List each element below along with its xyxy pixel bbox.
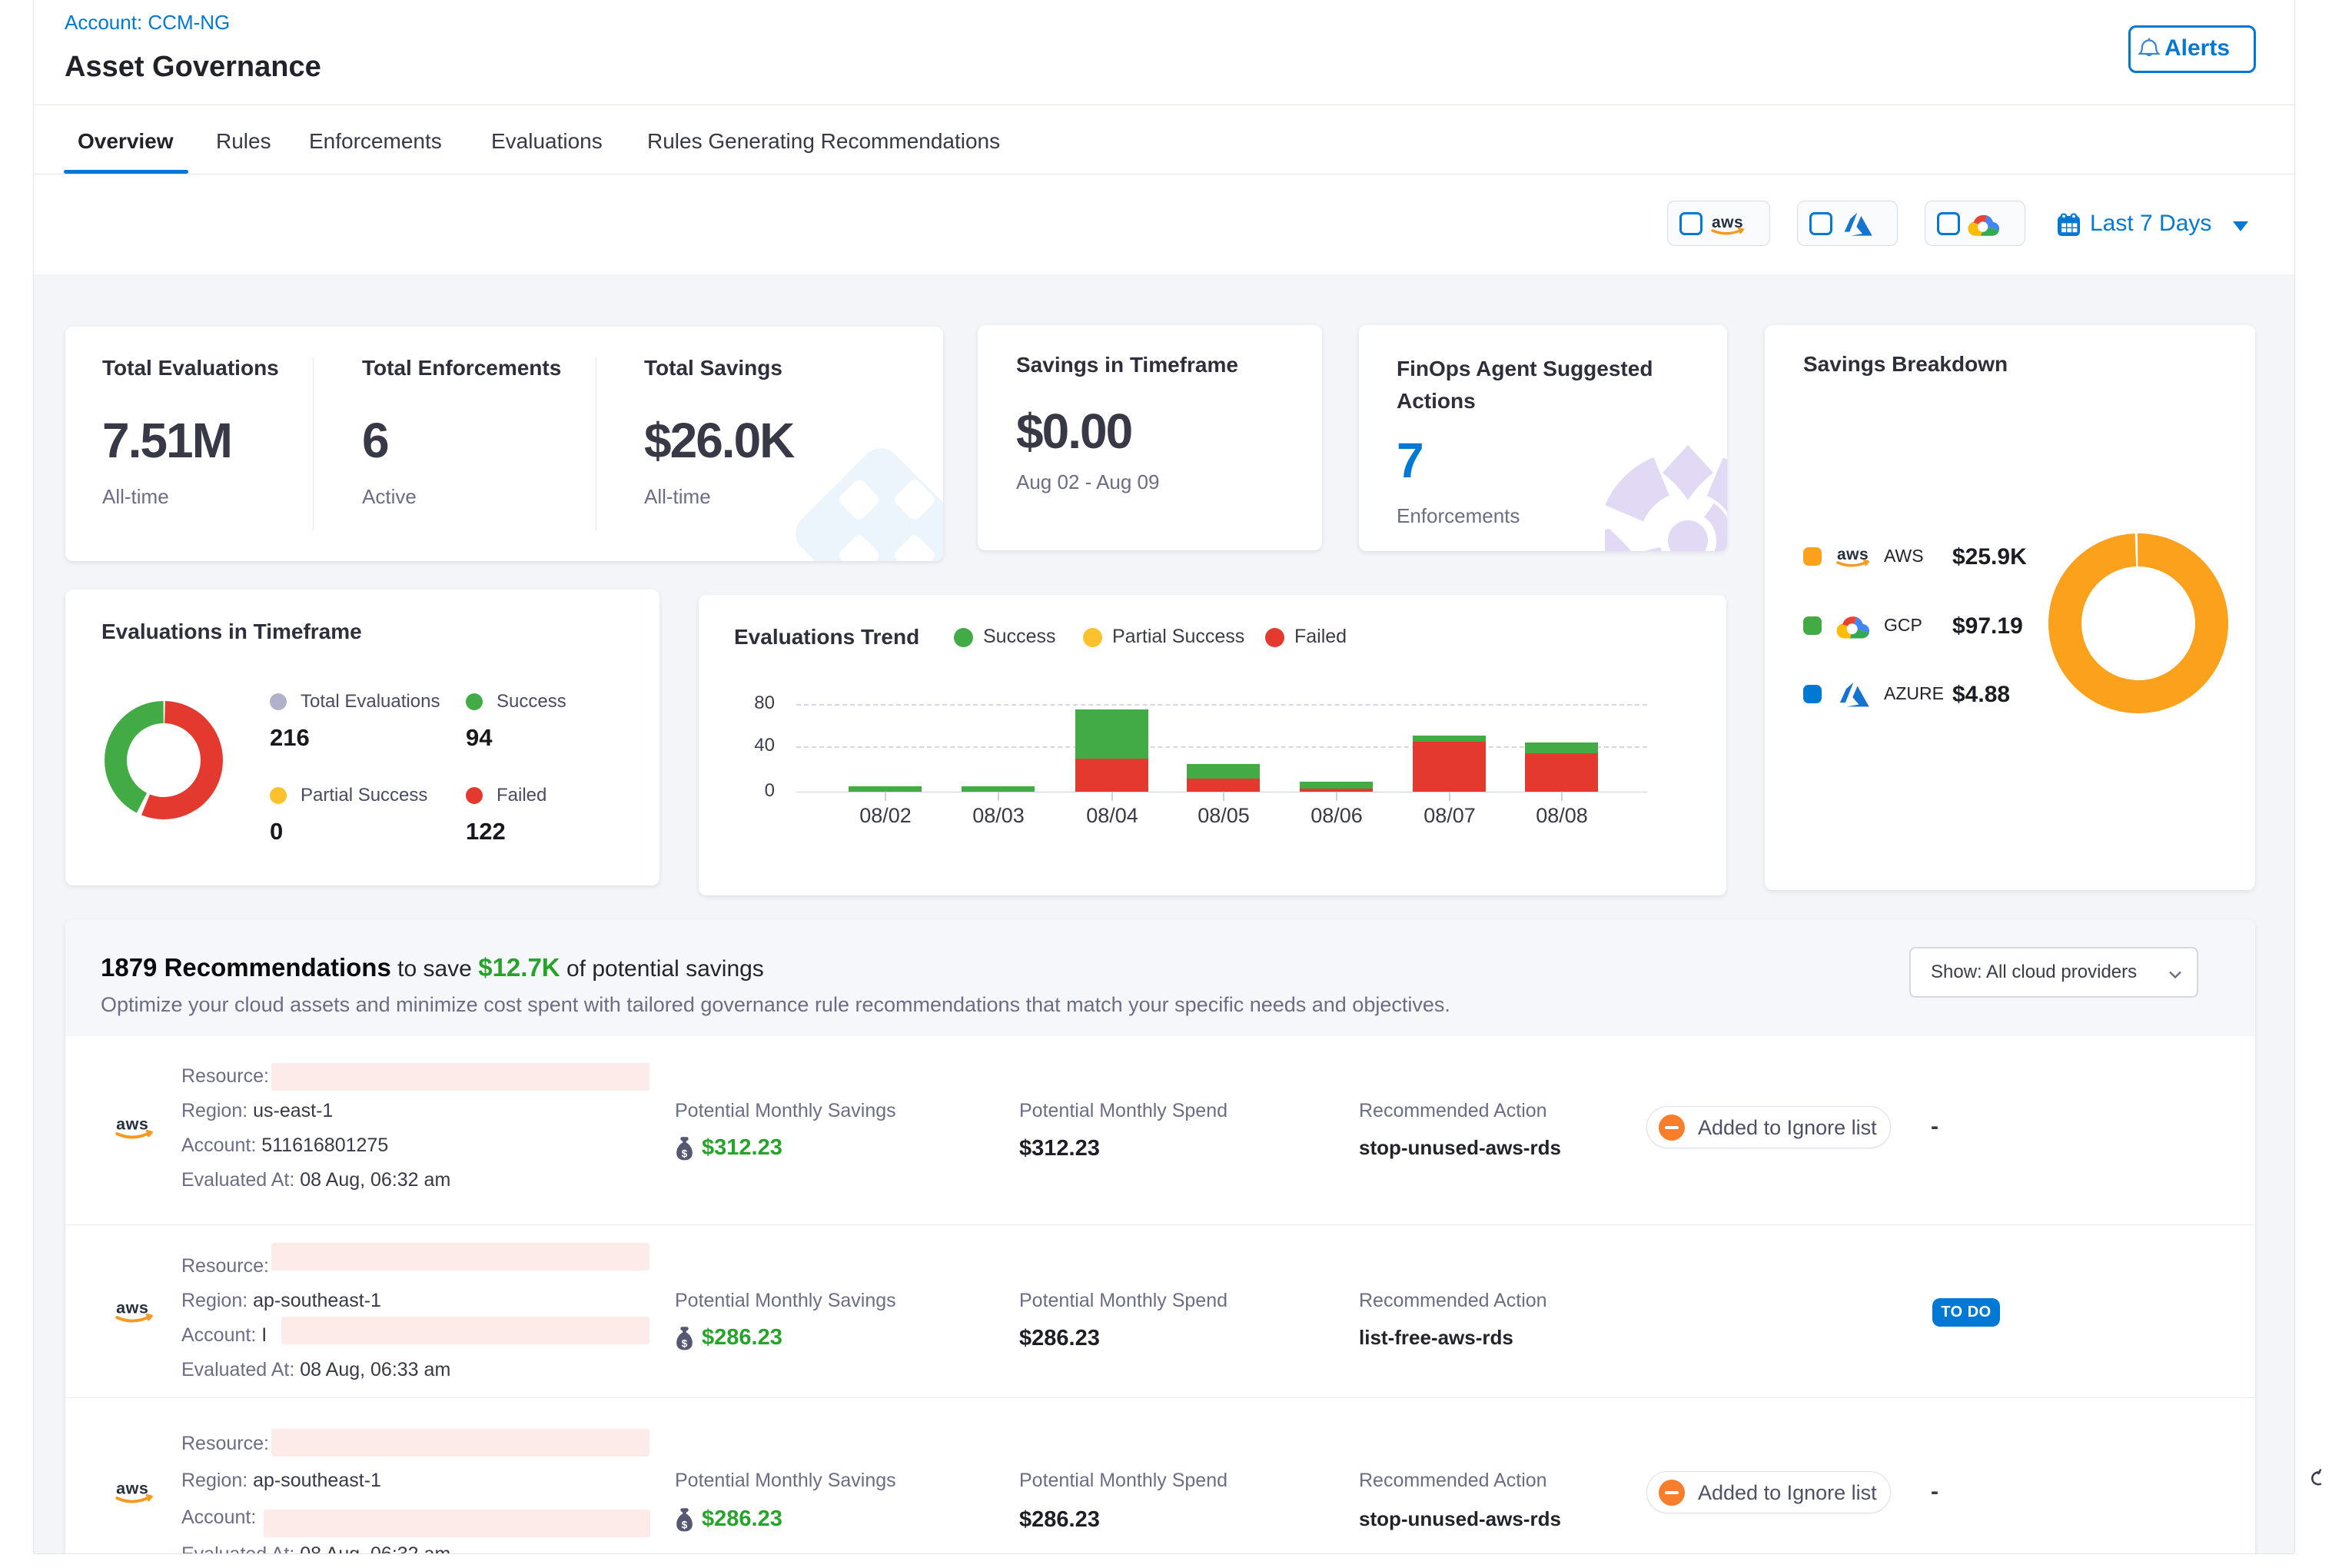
svg-text:aws: aws: [116, 1480, 148, 1498]
svg-text:$: $: [682, 1519, 688, 1530]
svg-text:aws: aws: [116, 1299, 148, 1317]
svg-text:aws: aws: [116, 1115, 148, 1134]
svg-text:$: $: [682, 1148, 688, 1159]
svg-text:$: $: [682, 1337, 688, 1349]
